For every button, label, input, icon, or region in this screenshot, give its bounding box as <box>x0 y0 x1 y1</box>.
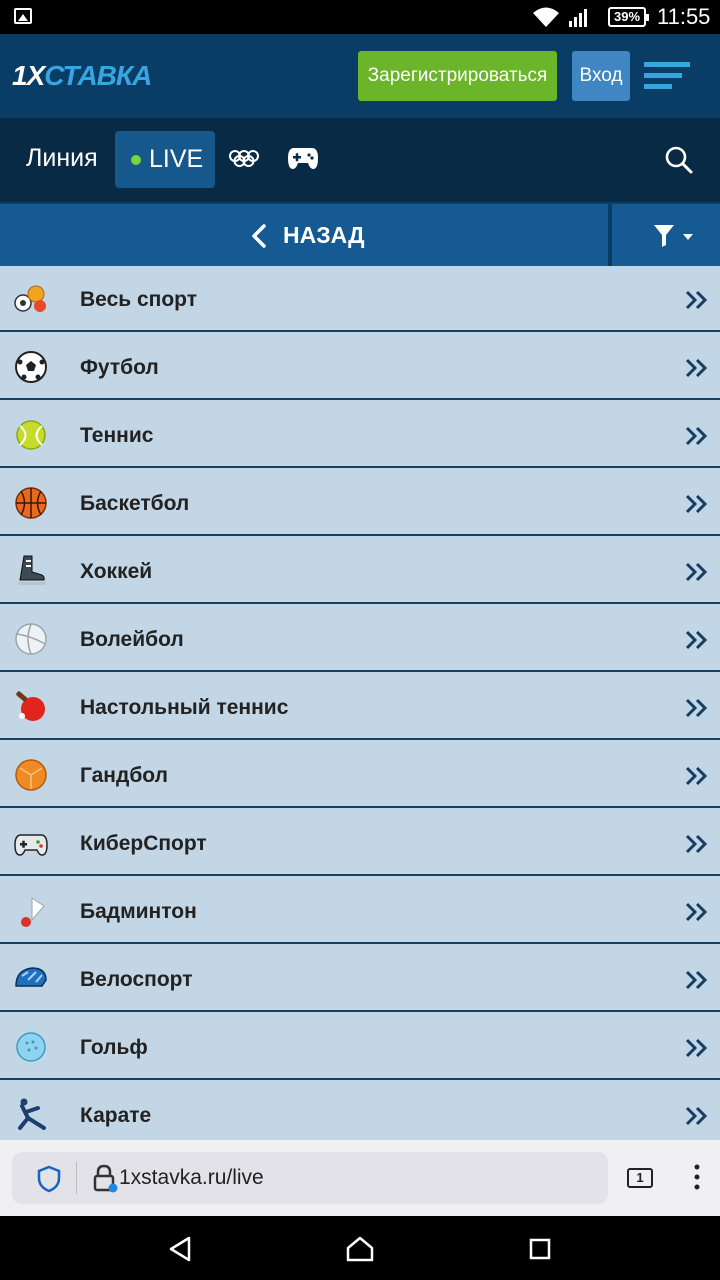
sport-label: Гольф <box>80 1036 148 1059</box>
shuttlecock-icon <box>21 897 45 927</box>
brand-logo[interactable]: 1XСТАВКА <box>12 60 152 92</box>
site-header: 1XСТАВКА Зарегистрироваться Вход <box>0 34 720 118</box>
home-nav-icon[interactable] <box>345 1236 375 1262</box>
url-text: 1xstavka.ru/live <box>119 1166 264 1189</box>
double-chevron-right-icon <box>685 698 708 718</box>
volleyball-icon <box>15 623 47 655</box>
browser-toolbar: 1xstavka.ru/live 1 <box>0 1140 720 1216</box>
double-chevron-right-icon <box>685 426 708 446</box>
back-bar: НАЗАД <box>0 202 720 266</box>
overflow-menu-icon[interactable] <box>694 1164 700 1190</box>
sport-row-karate[interactable]: Карате <box>0 1082 720 1140</box>
filter-icon <box>654 225 693 247</box>
bike-helmet-icon <box>15 967 47 987</box>
chevron-left-icon <box>252 224 266 248</box>
soccer-ball-icon <box>15 351 47 383</box>
sport-label: Гандбол <box>80 764 168 787</box>
back-nav-icon[interactable] <box>168 1236 192 1262</box>
hockey-skate-icon <box>18 555 46 585</box>
logo-prefix: 1X <box>12 60 45 91</box>
sport-label: КиберСпорт <box>80 832 207 855</box>
sport-label: Хоккей <box>80 560 153 583</box>
double-chevron-right-icon <box>685 358 708 378</box>
sport-row-volleyball[interactable]: Волейбол <box>0 606 720 672</box>
double-chevron-right-icon <box>685 766 708 786</box>
sport-label: Волейбол <box>80 628 184 651</box>
double-chevron-right-icon <box>685 562 708 582</box>
sport-row-table-tennis[interactable]: Настольный теннис <box>0 674 720 740</box>
sport-row-hockey[interactable]: Хоккей <box>0 538 720 604</box>
live-dot <box>131 155 141 165</box>
sport-label: Теннис <box>80 424 154 447</box>
tabs-counter-button[interactable]: 1 <box>627 1168 653 1188</box>
sport-row-handball[interactable]: Гандбол <box>0 742 720 808</box>
status-bar: 39% 11:55 <box>0 0 720 34</box>
shield-icon[interactable] <box>36 1165 62 1193</box>
all-sports-icon <box>14 285 46 312</box>
sport-label: Карате <box>80 1104 152 1127</box>
login-button[interactable]: Вход <box>572 51 630 101</box>
olympic-rings-icon[interactable] <box>229 150 259 168</box>
sport-row-badminton[interactable]: Бадминтон <box>0 878 720 944</box>
register-button[interactable]: Зарегистрироваться <box>358 51 557 101</box>
sport-label: Весь спорт <box>80 288 198 311</box>
sport-label: Баскетбол <box>80 492 190 515</box>
search-icon[interactable] <box>664 145 694 175</box>
wifi-icon <box>533 7 559 27</box>
karate-icon <box>18 1098 46 1130</box>
double-chevron-right-icon <box>685 630 708 650</box>
clock: 11:55 <box>657 4 711 29</box>
sport-label: Настольный теннис <box>80 696 289 719</box>
ping-pong-icon <box>16 691 45 721</box>
double-chevron-right-icon <box>685 970 708 990</box>
back-button[interactable]: НАЗАД <box>0 204 608 266</box>
main-nav: Линия LIVE <box>0 118 720 202</box>
basketball-icon <box>15 487 47 519</box>
handball-icon <box>15 759 47 791</box>
lock-icon[interactable] <box>92 1163 118 1193</box>
sport-row-tennis[interactable]: Теннис <box>0 402 720 468</box>
double-chevron-right-icon <box>685 834 708 854</box>
filter-button[interactable] <box>612 204 720 266</box>
signal-icon <box>569 9 587 27</box>
double-chevron-right-icon <box>685 494 708 514</box>
sport-label: Велоспорт <box>80 968 193 991</box>
gamepad-icon[interactable] <box>287 146 319 170</box>
sport-row-football[interactable]: Футбол <box>0 334 720 400</box>
menu-icon[interactable] <box>644 62 692 90</box>
sport-row-all[interactable]: Весь спорт <box>0 266 720 332</box>
logo-main: СТАВКА <box>44 60 152 91</box>
sport-label: Футбол <box>80 356 159 379</box>
double-chevron-right-icon <box>685 290 708 310</box>
double-chevron-right-icon <box>685 1038 708 1058</box>
sports-list: Весь спорт Футбол Теннис Баскетбол Хокке… <box>0 266 720 1140</box>
sport-row-basketball[interactable]: Баскетбол <box>0 470 720 536</box>
gallery-notification-icon <box>14 8 32 24</box>
sport-label: Бадминтон <box>80 900 197 923</box>
tab-line[interactable]: Линия <box>26 144 98 173</box>
url-divider <box>76 1162 77 1194</box>
double-chevron-right-icon <box>685 1106 708 1126</box>
android-navigation-bar <box>0 1216 720 1280</box>
sport-row-cycling[interactable]: Велоспорт <box>0 946 720 1012</box>
back-label: НАЗАД <box>283 222 365 248</box>
tab-live[interactable]: LIVE <box>115 131 215 188</box>
double-chevron-right-icon <box>685 902 708 922</box>
golf-ball-icon <box>16 1032 46 1062</box>
tab-live-label: LIVE <box>149 145 204 173</box>
recents-nav-icon[interactable] <box>529 1238 551 1260</box>
gamepad-icon <box>14 834 48 856</box>
sport-row-esports[interactable]: КиберСпорт <box>0 810 720 876</box>
url-bar[interactable]: 1xstavka.ru/live <box>12 1152 608 1204</box>
battery-indicator: 39% <box>608 7 649 27</box>
tennis-ball-icon <box>16 420 46 450</box>
sport-row-golf[interactable]: Гольф <box>0 1014 720 1080</box>
